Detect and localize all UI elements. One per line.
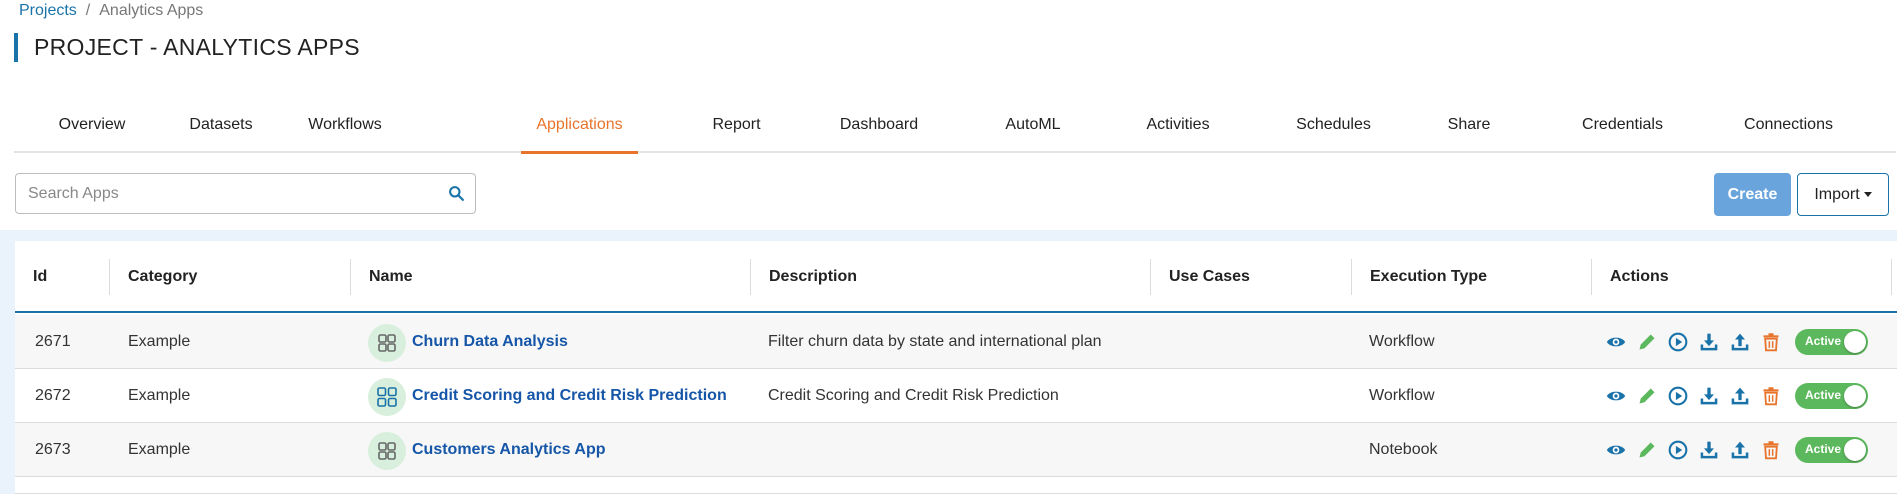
- search-box: [15, 173, 476, 214]
- download-icon[interactable]: [1699, 440, 1719, 460]
- view-icon[interactable]: [1606, 440, 1626, 460]
- column-header-id[interactable]: Id: [15, 259, 110, 295]
- cell-category: Example: [128, 333, 191, 350]
- table-row: 2671 Example Churn Data Analysis Filter …: [15, 315, 1897, 369]
- tab-datasets[interactable]: Datasets: [188, 106, 254, 153]
- status-toggle[interactable]: Active: [1795, 383, 1868, 409]
- tab-schedules[interactable]: Schedules: [1291, 106, 1376, 153]
- tab-applications[interactable]: Applications: [521, 106, 638, 154]
- status-toggle[interactable]: Active: [1795, 329, 1868, 355]
- tab-connections[interactable]: Connections: [1737, 106, 1840, 153]
- cell-execution-type: Workflow: [1369, 387, 1435, 404]
- run-icon[interactable]: [1668, 386, 1688, 406]
- app-icon: [368, 432, 406, 470]
- app-icon: [368, 324, 406, 362]
- column-header-name[interactable]: Name: [351, 259, 751, 295]
- import-label: Import: [1814, 185, 1860, 203]
- edit-icon[interactable]: [1637, 440, 1657, 460]
- view-icon[interactable]: [1606, 332, 1626, 352]
- cell-id: 2672: [35, 387, 71, 404]
- run-icon[interactable]: [1668, 440, 1688, 460]
- tab-workflows[interactable]: Workflows: [302, 106, 388, 153]
- cell-execution-type: Notebook: [1369, 441, 1438, 458]
- column-header-category[interactable]: Category: [110, 259, 351, 295]
- cell-id: 2673: [35, 441, 71, 458]
- run-icon[interactable]: [1668, 332, 1688, 352]
- download-icon[interactable]: [1699, 386, 1719, 406]
- tab-automl[interactable]: AutoML: [1000, 106, 1066, 153]
- cell-category: Example: [128, 387, 191, 404]
- tab-report[interactable]: Report: [706, 106, 767, 153]
- edit-icon[interactable]: [1637, 386, 1657, 406]
- tab-share[interactable]: Share: [1444, 106, 1494, 153]
- tab-activities[interactable]: Activities: [1138, 106, 1218, 153]
- upload-icon[interactable]: [1730, 440, 1750, 460]
- tab-credentials[interactable]: Credentials: [1575, 106, 1670, 153]
- table-row-partial: [15, 477, 1897, 494]
- column-header-actions: Actions: [1592, 259, 1892, 295]
- app-icon: [368, 378, 406, 416]
- cell-category: Example: [128, 441, 191, 458]
- cell-id: 2671: [35, 333, 71, 350]
- table-header: Id Category Name Description Use Cases E…: [15, 241, 1897, 313]
- column-header-description[interactable]: Description: [751, 259, 1151, 295]
- table-row: 2672 Example Credit Scoring and Credit R…: [15, 369, 1897, 423]
- import-dropdown-button[interactable]: Import: [1797, 173, 1889, 216]
- cell-description: Credit Scoring and Credit Risk Predictio…: [768, 387, 1059, 404]
- cell-description: Filter churn data by state and internati…: [768, 333, 1102, 350]
- toggle-knob: [1844, 439, 1866, 461]
- status-toggle-label: Active: [1805, 334, 1842, 348]
- caret-down-icon: [1863, 191, 1872, 197]
- tab-overview[interactable]: Overview: [55, 106, 129, 153]
- edit-icon[interactable]: [1637, 332, 1657, 352]
- column-header-use-cases[interactable]: Use Cases: [1151, 259, 1352, 295]
- column-header-execution-type[interactable]: Execution Type: [1352, 259, 1592, 295]
- delete-icon[interactable]: [1761, 386, 1781, 406]
- tab-bar: Overview Datasets Workflows Applications…: [14, 106, 1896, 154]
- row-actions: Active: [1606, 315, 1868, 369]
- view-icon[interactable]: [1606, 386, 1626, 406]
- delete-icon[interactable]: [1761, 332, 1781, 352]
- table-row: 2673 Example Customers Analytics App Not…: [15, 423, 1897, 477]
- status-toggle-label: Active: [1805, 442, 1842, 456]
- search-icon[interactable]: [448, 185, 465, 202]
- breadcrumb-current: Analytics Apps: [99, 2, 204, 19]
- upload-icon[interactable]: [1730, 386, 1750, 406]
- row-actions: Active: [1606, 423, 1868, 477]
- search-input[interactable]: [16, 174, 416, 213]
- page-title: PROJECT - ANALYTICS APPS: [14, 33, 360, 62]
- download-icon[interactable]: [1699, 332, 1719, 352]
- breadcrumb: Projects / Analytics Apps: [19, 2, 203, 20]
- toggle-knob: [1844, 385, 1866, 407]
- applications-table: Id Category Name Description Use Cases E…: [15, 241, 1897, 494]
- cell-execution-type: Workflow: [1369, 333, 1435, 350]
- app-name-link[interactable]: Churn Data Analysis: [412, 315, 568, 369]
- toggle-knob: [1844, 331, 1866, 353]
- app-name-link[interactable]: Credit Scoring and Credit Risk Predictio…: [412, 369, 727, 423]
- status-toggle[interactable]: Active: [1795, 437, 1868, 463]
- app-name-link[interactable]: Customers Analytics App: [412, 423, 606, 477]
- breadcrumb-projects-link[interactable]: Projects: [19, 2, 77, 19]
- create-button[interactable]: Create: [1714, 173, 1791, 216]
- tab-dashboard[interactable]: Dashboard: [838, 106, 920, 153]
- row-actions: Active: [1606, 369, 1868, 423]
- delete-icon[interactable]: [1761, 440, 1781, 460]
- upload-icon[interactable]: [1730, 332, 1750, 352]
- breadcrumb-separator: /: [85, 2, 91, 19]
- status-toggle-label: Active: [1805, 388, 1842, 402]
